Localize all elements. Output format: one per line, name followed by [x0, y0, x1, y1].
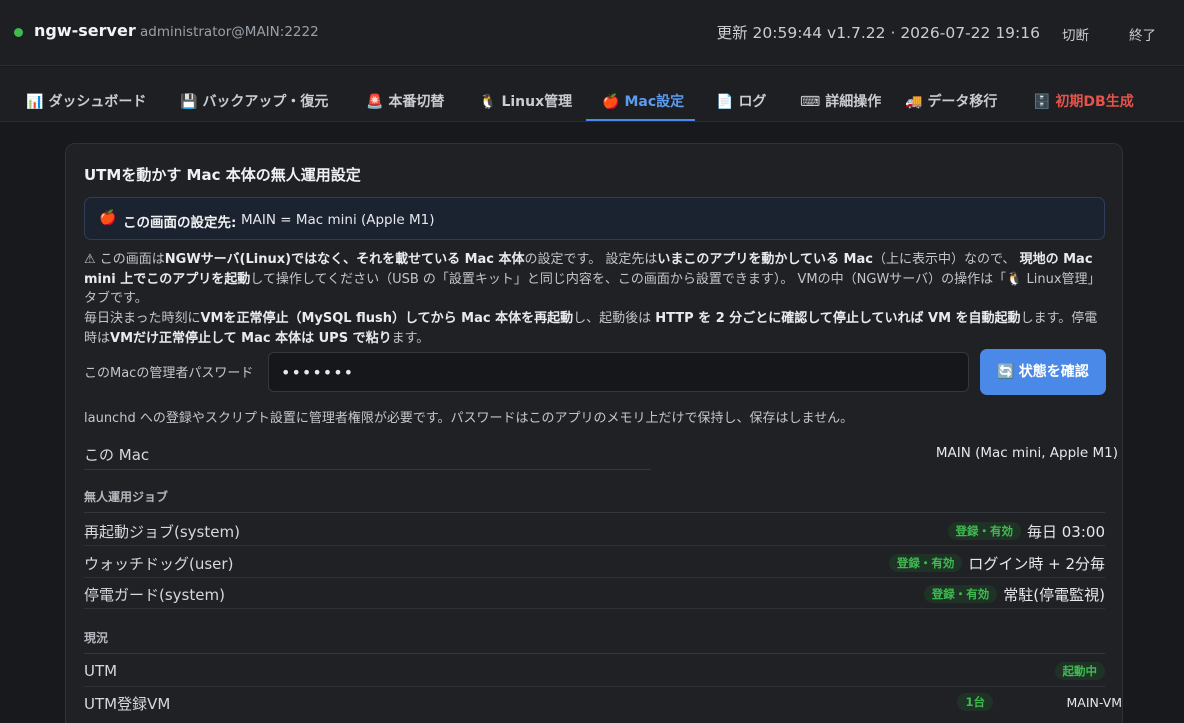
divider [84, 469, 651, 470]
document-icon: 📄 [716, 94, 734, 110]
update-status: 更新 20:59:44 v1.7.22 · 2026-07-22 19:16 [716, 24, 1040, 42]
status-heading: 現況 [84, 629, 1105, 654]
tab-label: Mac設定 [624, 94, 685, 110]
refresh-icon: 🔄 [997, 364, 1015, 380]
job-label: ウォッチドッグ(user) [84, 555, 234, 573]
truck-icon: 🚚 [905, 94, 923, 110]
job-schedule: ログイン時 + 2分毎 [968, 555, 1105, 573]
tab-label: 詳細操作 [825, 94, 882, 110]
tab-production-switch[interactable]: 🚨 本番切替 [366, 67, 444, 121]
this-mac-row: この Mac MAIN (Mac mini, Apple M1) [84, 440, 1118, 468]
tab-data-migration[interactable]: 🚚 データ移行 [905, 67, 997, 121]
tab-mac-settings[interactable]: 🍎 Mac設定 [586, 67, 695, 121]
tab-label: ダッシュボード [48, 94, 147, 110]
tab-log[interactable]: 📄 ログ [716, 67, 766, 121]
utm-label: UTM [84, 662, 118, 680]
tab-initial-db[interactable]: 🗄️ 初期DB生成 [1033, 67, 1134, 121]
tab-bar: 📊 ダッシュボード 💾 バックアップ・復元 🚨 本番切替 🐧 Linux管理 🍎 Mac設… [0, 67, 1184, 122]
disconnect-button[interactable]: 切断 [1062, 24, 1089, 44]
tab-label: 初期DB生成 [1055, 94, 1134, 110]
utm-vm-label: UTM登録VM [84, 695, 171, 713]
tab-label: データ移行 [927, 94, 998, 110]
chart-icon: 📊 [26, 94, 44, 110]
job-row: ウォッチドッグ(user) 登録・有効 ログイン時 + 2分毎 [84, 547, 1105, 578]
apple-icon: 🍎 [602, 94, 620, 110]
this-mac-label: この Mac [84, 446, 150, 464]
password-label: このMacの管理者パスワード [84, 366, 254, 381]
operation-note: 毎日決まった時刻にVMを正常停止（MySQL flush）してから Mac 本体… [84, 311, 1098, 346]
quit-button[interactable]: 終了 [1129, 24, 1156, 44]
siren-icon: 🚨 [366, 94, 384, 110]
mac-settings-card: UTMを動かす Mac 本体の無人運用設定 🍎 この画面の設定先: MAIN =… [65, 143, 1123, 723]
apple-icon: 🍎 [99, 210, 117, 226]
tab-backup-restore[interactable]: 💾 バックアップ・復元 [180, 67, 328, 121]
floppy-icon: 💾 [180, 94, 198, 110]
cabinet-icon: 🗄️ [1033, 94, 1051, 110]
job-status: 登録・有効 毎日 03:00 [947, 521, 1105, 542]
settings-target-box: 🍎 この画面の設定先: MAIN = Mac mini (Apple M1) [84, 197, 1105, 240]
app-name: ngw-server [34, 21, 136, 40]
status-badge: 登録・有効 [947, 522, 1021, 540]
job-row: 停電ガード(system) 登録・有効 常駐(停電監視) [84, 578, 1105, 609]
warning-note: ⚠ この画面はNGWサーバ(Linux)ではなく、それを載せている Mac 本体… [84, 252, 1101, 306]
card-title: UTMを動かす Mac 本体の無人運用設定 [84, 166, 361, 184]
vm-count: 1台 [957, 693, 993, 712]
account-label: administrator@MAIN:2222 [140, 24, 319, 40]
check-status-button[interactable]: 🔄 状態を確認 [980, 349, 1106, 395]
utm-status: 起動中 [1054, 662, 1105, 681]
tab-label: 本番切替 [388, 94, 445, 110]
keyboard-icon: ⌨ [800, 94, 821, 110]
status-badge: 1台 [957, 693, 993, 711]
tab-linux-admin[interactable]: 🐧 Linux管理 [479, 67, 572, 121]
job-label: 停電ガード(system) [84, 586, 225, 604]
status-badge: 起動中 [1054, 662, 1105, 680]
job-row: 再起動ジョブ(system) 登録・有効 毎日 03:00 [84, 515, 1105, 546]
connection-status-dot [14, 28, 23, 37]
utm-vm-row: UTM登録VM 1台 MAIN-VM [84, 687, 1122, 718]
job-label: 再起動ジョブ(system) [84, 523, 240, 541]
check-status-label: 状態を確認 [1018, 364, 1089, 380]
job-status: 登録・有効 常駐(停電監視) [923, 584, 1105, 605]
tab-dashboard[interactable]: 📊 ダッシュボード [26, 67, 146, 121]
jobs-heading: 無人運用ジョブ [84, 488, 1105, 513]
target-value: MAIN = Mac mini (Apple M1) [241, 212, 435, 228]
tab-label: バックアップ・復元 [202, 94, 329, 110]
vm-name: MAIN-VM [1066, 695, 1123, 710]
status-badge: 登録・有効 [923, 585, 998, 603]
tab-advanced[interactable]: ⌨ 詳細操作 [800, 67, 881, 121]
top-bar: ngw-server administrator@MAIN:2222 更新 20… [0, 0, 1184, 66]
target-label: この画面の設定先: [123, 215, 237, 231]
penguin-icon: 🐧 [479, 94, 497, 110]
permission-note: launchd への登録やスクリプト設置に管理者権限が必要です。パスワードはこの… [84, 411, 854, 426]
tab-label: Linux管理 [501, 94, 573, 110]
utm-row: UTM 起動中 [84, 656, 1105, 687]
this-mac-value: MAIN (Mac mini, Apple M1) [935, 445, 1118, 461]
job-status: 登録・有効 ログイン時 + 2分毎 [888, 553, 1105, 574]
job-schedule: 毎日 03:00 [1027, 523, 1105, 541]
admin-password-field[interactable] [268, 352, 969, 392]
tab-label: ログ [738, 94, 767, 110]
status-badge: 登録・有効 [888, 554, 963, 572]
job-schedule: 常駐(停電監視) [1003, 586, 1105, 604]
